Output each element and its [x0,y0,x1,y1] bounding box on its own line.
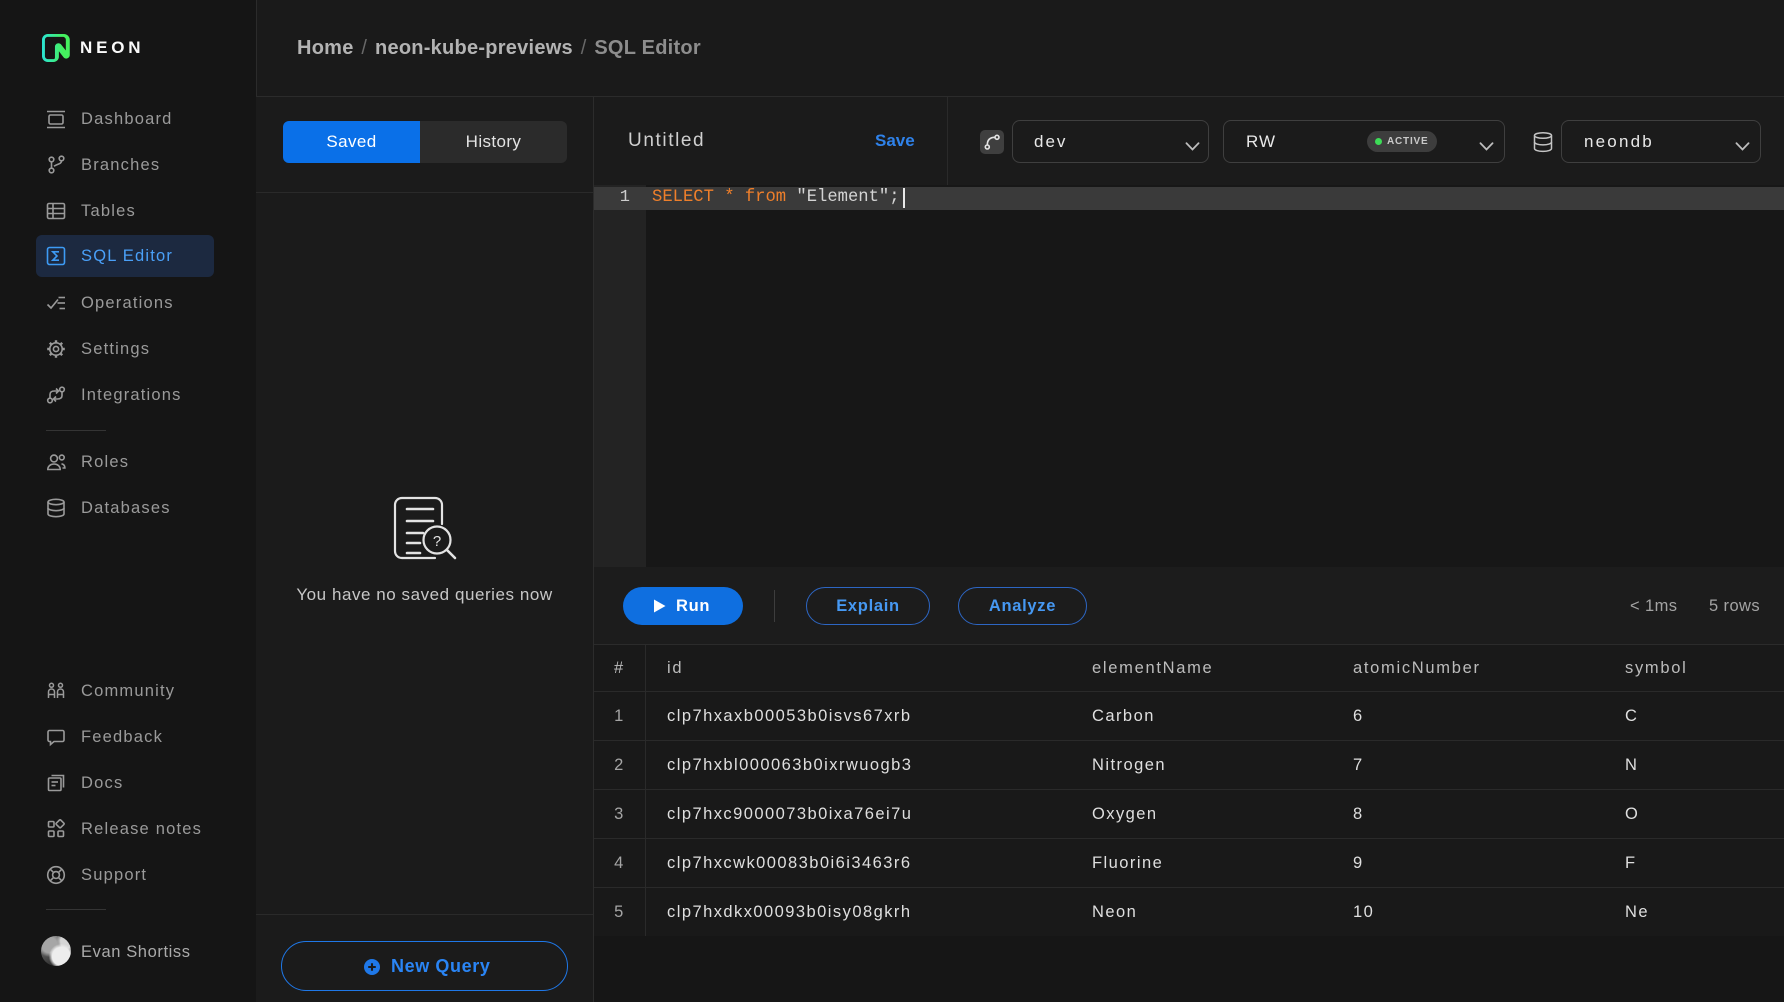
svg-text:?: ? [433,533,441,550]
